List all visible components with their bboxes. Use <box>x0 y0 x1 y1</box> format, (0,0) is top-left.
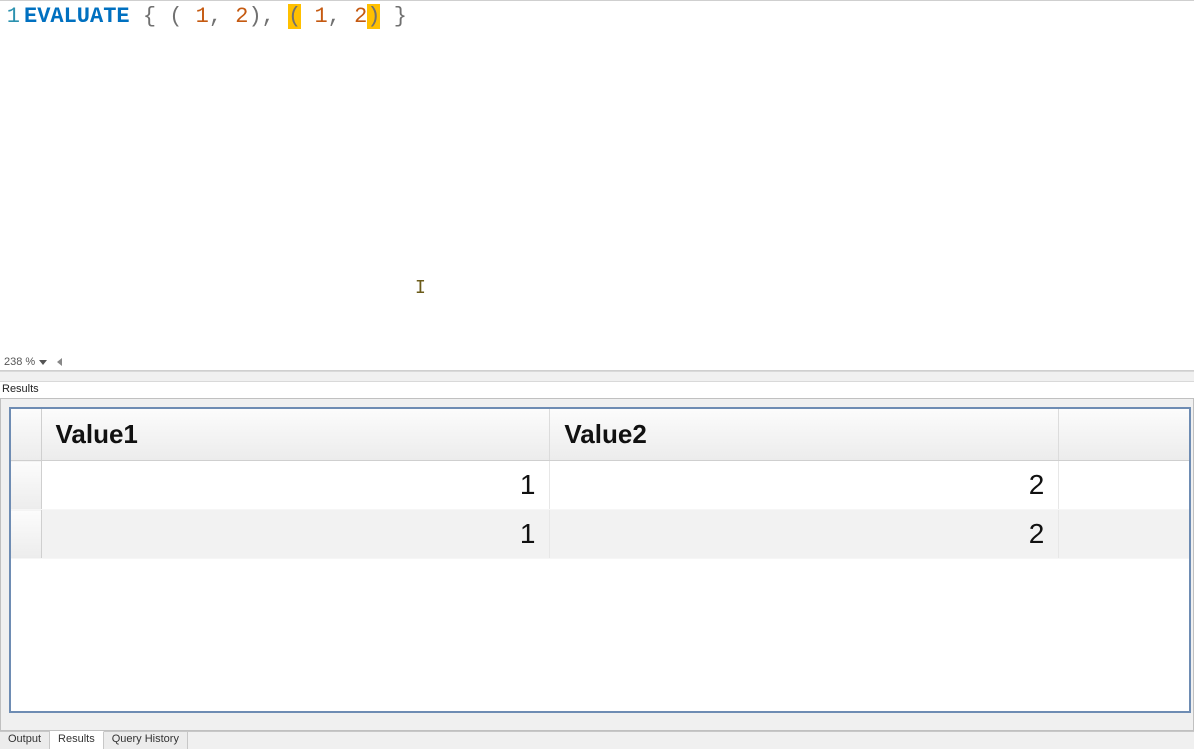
row-header-corner <box>11 409 41 461</box>
code-token: 1 <box>196 4 209 29</box>
pane-splitter[interactable] <box>0 371 1194 382</box>
code-token <box>301 4 314 29</box>
code-token: ( <box>169 4 182 29</box>
table-cell[interactable]: 1 <box>41 510 550 559</box>
zoom-control[interactable]: 238 % <box>4 356 62 368</box>
code-token: 1 <box>314 4 327 29</box>
code-token: } <box>394 4 407 29</box>
results-grid[interactable]: Value1 Value2 1212 <box>11 409 1189 559</box>
table-cell[interactable]: 2 <box>550 510 1059 559</box>
tab-results[interactable]: Results <box>50 731 104 749</box>
code-line-1[interactable]: EVALUATE { ( 1, 2), ( 1, 2) } <box>22 3 407 31</box>
results-pane: Value1 Value2 1212 <box>0 398 1194 731</box>
table-cell-filler <box>1059 510 1189 559</box>
code-token: ( <box>288 4 301 29</box>
table-cell-filler <box>1059 461 1189 510</box>
column-header-value2[interactable]: Value2 <box>550 409 1059 461</box>
line-number-1: 1 <box>7 4 20 29</box>
code-token: EVALUATE <box>24 4 130 29</box>
code-token: { <box>143 4 156 29</box>
code-token <box>275 4 288 29</box>
text-cursor-icon: I <box>415 277 426 298</box>
code-token: , <box>262 4 275 29</box>
chevron-left-icon[interactable] <box>57 358 62 366</box>
code-token: , <box>209 4 222 29</box>
code-token: 2 <box>354 4 367 29</box>
chevron-down-icon[interactable] <box>39 360 47 365</box>
table-cell[interactable]: 2 <box>550 461 1059 510</box>
table-row[interactable]: 12 <box>11 510 1189 559</box>
row-header[interactable] <box>11 461 41 510</box>
code-editor-pane[interactable]: 1 EVALUATE { ( 1, 2), ( 1, 2) } I 238 % <box>0 0 1194 371</box>
table-cell[interactable]: 1 <box>41 461 550 510</box>
code-token: ) <box>248 4 261 29</box>
code-token <box>182 4 195 29</box>
results-grid-container: Value1 Value2 1212 <box>9 407 1191 713</box>
code-token <box>130 4 143 29</box>
results-pane-title: Results <box>0 382 1194 398</box>
column-header-value1[interactable]: Value1 <box>41 409 550 461</box>
code-token <box>156 4 169 29</box>
code-token: ) <box>367 4 380 29</box>
tab-output[interactable]: Output <box>0 732 50 749</box>
code-token <box>380 4 393 29</box>
tab-query-history[interactable]: Query History <box>104 732 188 749</box>
bottom-tab-strip: Output Results Query History <box>0 731 1194 749</box>
table-row[interactable]: 12 <box>11 461 1189 510</box>
code-token <box>341 4 354 29</box>
code-token: 2 <box>235 4 248 29</box>
row-header[interactable] <box>11 510 41 559</box>
code-token: , <box>328 4 341 29</box>
line-number-gutter: 1 <box>0 3 22 31</box>
code-token <box>222 4 235 29</box>
column-header-filler <box>1059 409 1189 461</box>
zoom-level-label: 238 % <box>4 356 35 368</box>
